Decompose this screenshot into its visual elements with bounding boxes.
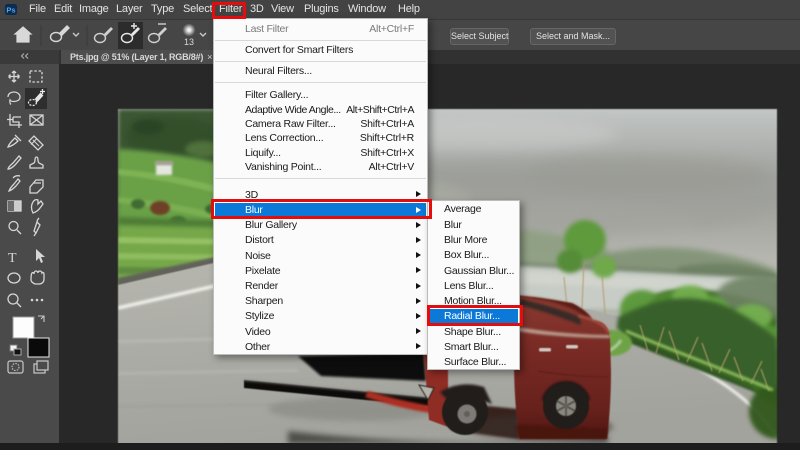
svg-text:Ps: Ps	[6, 6, 15, 15]
svg-text:13: 13	[184, 37, 194, 47]
svg-text:T: T	[8, 251, 17, 266]
